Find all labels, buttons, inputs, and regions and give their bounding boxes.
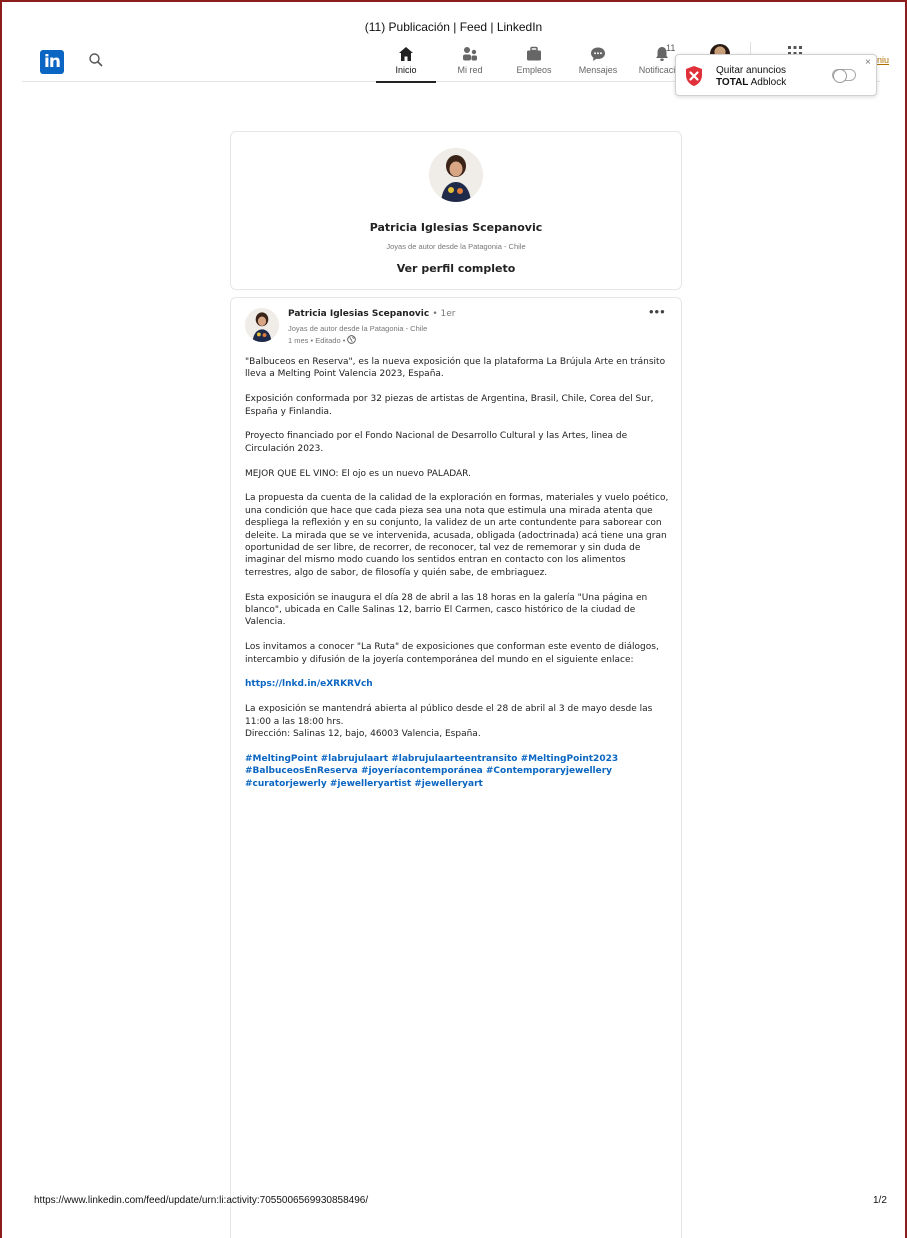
profile-name[interactable]: Patricia Iglesias Scepanovic — [231, 221, 681, 234]
print-page-number: 1/2 — [873, 1195, 887, 1206]
post-closing-line: La exposición se mantendrá abierta al pú… — [245, 704, 653, 727]
network-icon — [463, 47, 477, 61]
post-body: "Balbuceos en Reserva", es la nueva expo… — [245, 356, 669, 802]
post-external-link[interactable]: https://lnkd.in/eXRKRVch — [245, 679, 373, 689]
adblock-product: Adblock — [750, 77, 787, 88]
connection-degree: • 1er — [432, 309, 456, 319]
nav-label: Inicio — [395, 65, 417, 75]
post-paragraph: Proyecto financiado por el Fondo Naciona… — [245, 431, 628, 454]
nav-item-mensajes[interactable]: Mensajes — [566, 40, 630, 82]
adblock-toggle[interactable] — [832, 69, 856, 83]
premium-link[interactable]: niu — [877, 55, 889, 65]
main-nav: Inicio Mi red Empleos Mensajes 11 Notifi… — [374, 40, 694, 83]
notification-count-badge: 11 — [666, 43, 676, 53]
profile-avatar[interactable] — [429, 148, 483, 202]
post-more-options-button[interactable]: ••• — [649, 304, 666, 319]
post-card: Patricia Iglesias Scepanovic • 1er Joyas… — [230, 297, 682, 1238]
nav-item-inicio[interactable]: Inicio — [374, 40, 438, 83]
adblock-popup: Quitar anuncios TOTAL Adblock × — [675, 54, 877, 96]
post-author-avatar[interactable] — [245, 308, 279, 342]
globe-icon — [347, 335, 357, 344]
print-url: https://www.linkedin.com/feed/update/urn… — [34, 1195, 369, 1206]
adblock-shield-icon — [686, 66, 702, 86]
search-icon[interactable] — [88, 52, 104, 68]
adblock-close-button[interactable]: × — [865, 57, 871, 68]
post-closing-line: Dirección: Salinas 12, bajo, 46003 Valen… — [245, 729, 481, 740]
nav-label: Mensajes — [578, 65, 618, 75]
adblock-brand-line: TOTAL Adblock — [716, 77, 786, 88]
post-paragraph: MEJOR QUE EL VINO: El ojo es un nuevo PA… — [245, 468, 471, 479]
post-author-line: Patricia Iglesias Scepanovic • 1er — [288, 309, 455, 319]
post-timestamp-line: 1 mes • Editado • — [288, 335, 357, 345]
adblock-title: Quitar anuncios — [716, 65, 787, 76]
post-timestamp: 1 mes • Editado • — [288, 336, 346, 345]
print-title: (11) Publicación | Feed | LinkedIn — [364, 20, 543, 34]
post-paragraph: La propuesta da cuenta de la calidad de … — [245, 493, 669, 578]
view-full-profile-link[interactable]: Ver perfil completo — [231, 262, 681, 275]
nav-label: Mi red — [457, 65, 483, 75]
post-author-headline: Joyas de autor desde la Patagonia - Chil… — [288, 324, 428, 333]
post-author-name[interactable]: Patricia Iglesias Scepanovic — [288, 309, 429, 319]
message-icon — [591, 47, 605, 61]
post-closing-paragraph: La exposición se mantendrá abierta al pú… — [245, 703, 669, 740]
briefcase-icon — [527, 46, 541, 61]
author-photo-icon — [245, 308, 279, 342]
linkedin-logo[interactable]: in — [40, 50, 64, 74]
profile-photo-icon — [429, 148, 483, 202]
post-paragraph: Los invitamos a conocer "La Ruta" de exp… — [245, 642, 659, 665]
profile-card: Patricia Iglesias Scepanovic Joyas de au… — [230, 131, 682, 290]
home-icon — [399, 47, 413, 61]
post-paragraph: Exposición conformada por 32 piezas de a… — [245, 394, 654, 417]
nav-label: Empleos — [516, 65, 552, 75]
nav-item-mi-red[interactable]: Mi red — [438, 40, 502, 82]
post-hashtags[interactable]: #MeltingPoint #labrujulaart #labrujulaar… — [245, 753, 669, 790]
post-paragraph: "Balbuceos en Reserva", es la nueva expo… — [245, 357, 666, 380]
post-paragraph: Esta exposición se inaugura el día 28 de… — [245, 592, 648, 628]
profile-headline: Joyas de autor desde la Patagonia - Chil… — [386, 242, 526, 251]
adblock-brand: TOTAL — [716, 77, 749, 88]
nav-item-empleos[interactable]: Empleos — [502, 40, 566, 82]
